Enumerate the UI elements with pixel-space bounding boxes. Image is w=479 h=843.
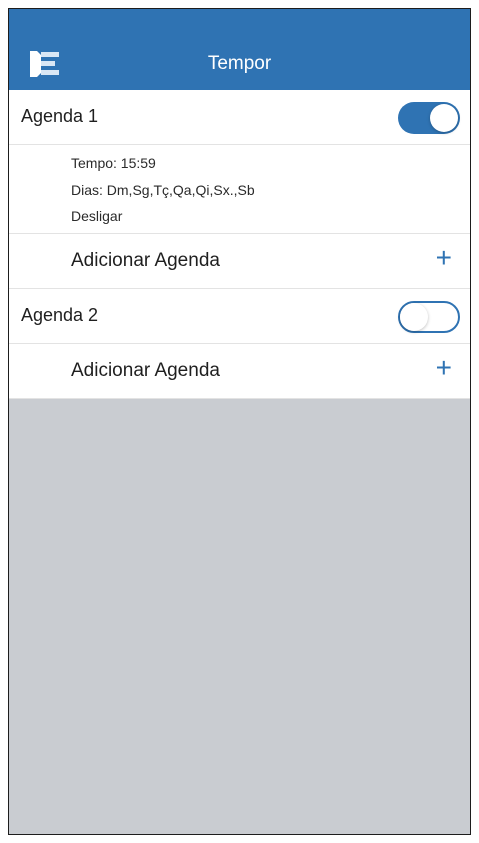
- app-screen: Tempor Agenda 1 Tempo: 15:59 Dias: Dm,Sg…: [8, 8, 471, 835]
- schedule-action: Desligar: [71, 208, 123, 224]
- agenda-2-add-row[interactable]: Adicionar Agenda +: [9, 344, 470, 399]
- page-title: Tempor: [207, 53, 272, 74]
- agenda-1-toggle[interactable]: [398, 102, 460, 134]
- agenda-2-row: Agenda 2: [9, 289, 470, 344]
- agenda-1-label: Agenda 1: [21, 106, 99, 126]
- agenda-1-add-row[interactable]: Adicionar Agenda +: [9, 234, 470, 289]
- agenda-2-label: Agenda 2: [21, 305, 99, 325]
- schedule-list: Agenda 1 Tempo: 15:59 Dias: Dm,Sg,Tç,Qa,…: [9, 90, 470, 399]
- toggle-knob: [430, 104, 458, 132]
- agenda-2-toggle[interactable]: [398, 301, 460, 333]
- schedule-time: Tempo: 15:59: [71, 155, 156, 171]
- toggle-knob: [400, 303, 428, 331]
- plus-icon[interactable]: +: [436, 244, 452, 272]
- agenda-1-schedule-details[interactable]: Tempo: 15:59 Dias: Dm,Sg,Tç,Qa,Qi,Sx.,Sb…: [9, 145, 470, 234]
- add-agenda-label: Adicionar Agenda: [71, 250, 220, 271]
- plus-icon[interactable]: +: [436, 354, 452, 382]
- navigation-bar: Tempor: [9, 9, 470, 90]
- add-agenda-label: Adicionar Agenda: [71, 360, 220, 381]
- agenda-1-row: Agenda 1: [9, 90, 470, 145]
- schedule-days: Dias: Dm,Sg,Tç,Qa,Qi,Sx.,Sb: [71, 182, 255, 198]
